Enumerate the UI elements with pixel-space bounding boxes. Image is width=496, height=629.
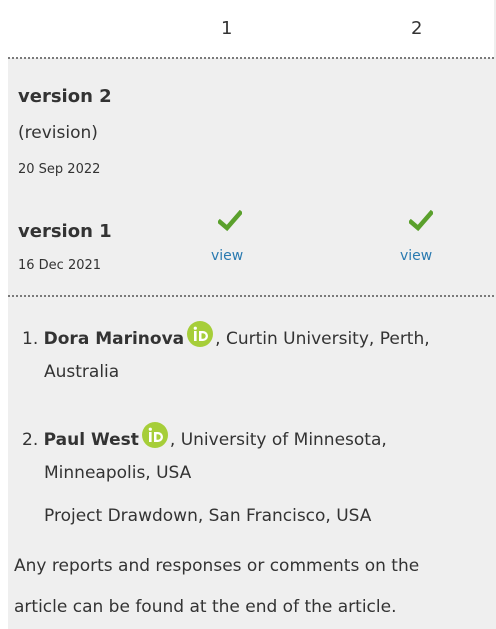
divider <box>8 57 494 59</box>
version-2-title: version 2 <box>18 86 112 107</box>
reviewer-1-number: 1. <box>22 329 39 349</box>
reviewer-1-affiliation-country: Australia <box>44 362 120 382</box>
reviewer-1-name[interactable]: Dora Marinova <box>44 329 185 349</box>
reviewer-2-affiliation: , University of Minnesota, <box>169 430 387 450</box>
footer-note-line1: Any reports and responses or comments on… <box>14 556 420 576</box>
report-column-2-label: 2 <box>411 18 423 39</box>
reviewer-2-affiliation-2: Project Drawdown, San Francisco, USA <box>44 506 372 526</box>
version-2-date: 20 Sep 2022 <box>18 162 101 177</box>
view-report-2-link[interactable]: view <box>400 248 432 264</box>
orcid-icon[interactable] <box>187 321 214 347</box>
reviewer-1: 1. Dora Marinova , Curtin University, Pe… <box>22 321 430 350</box>
report-column-1-label: 1 <box>221 18 233 39</box>
reviewer-2-number: 2. <box>22 430 39 450</box>
reviewer-1-affiliation: , Curtin University, Perth, <box>215 329 430 349</box>
view-report-1-link[interactable]: view <box>211 248 243 264</box>
version-1-title: version 1 <box>18 221 112 242</box>
orcid-icon[interactable] <box>141 422 168 448</box>
reviewer-2-name[interactable]: Paul West <box>44 430 139 450</box>
reviewer-2-affiliation-city: Minneapolis, USA <box>44 463 192 483</box>
check-icon <box>409 210 433 232</box>
check-icon <box>218 210 242 232</box>
reviewer-2: 2. Paul West , University of Minnesota, <box>22 422 387 451</box>
footer-note-line2: article can be found at the end of the a… <box>14 597 397 617</box>
divider <box>8 295 494 297</box>
version-2-note: (revision) <box>18 123 98 143</box>
version-1-date: 16 Dec 2021 <box>18 258 102 273</box>
